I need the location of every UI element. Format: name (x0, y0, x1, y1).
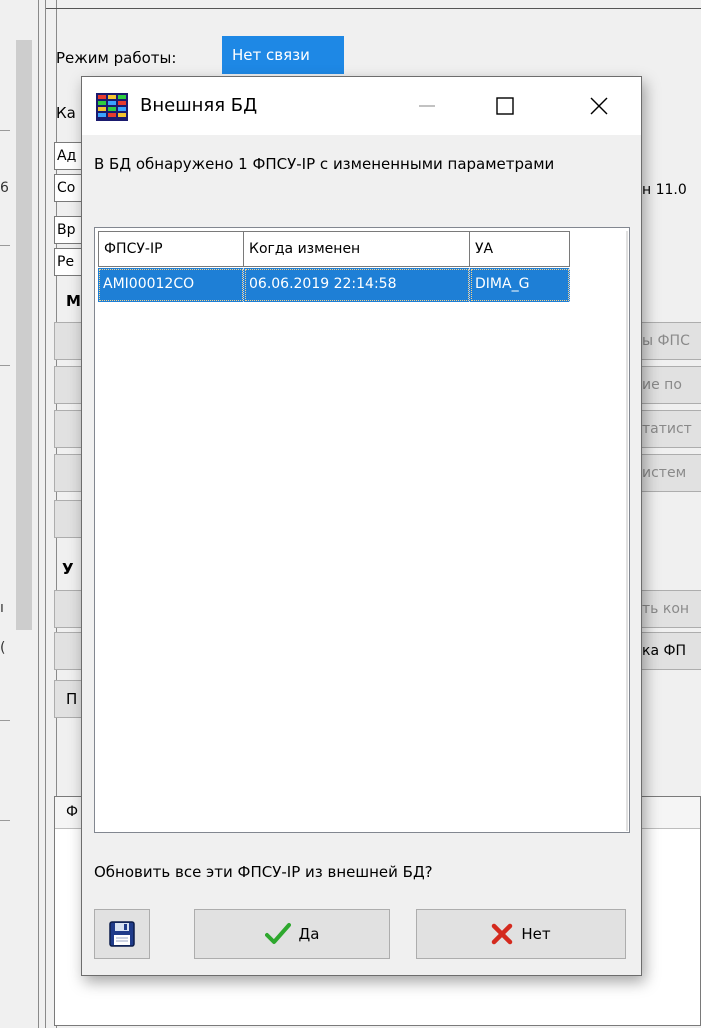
background-label: Ка (56, 104, 76, 122)
background-button-right[interactable]: ы ФПС (638, 322, 701, 360)
dialog-titlebar[interactable]: Внешняя БД (82, 77, 641, 135)
minimize-icon (419, 105, 435, 107)
left-fragment: ı (0, 600, 4, 616)
left-scrollbar[interactable] (16, 40, 32, 630)
column-header-device[interactable]: ФПСУ-IP (98, 231, 244, 267)
floppy-disk-icon (109, 921, 135, 947)
background-list-header-label: Ф (66, 804, 79, 820)
background-heading: М (66, 292, 81, 310)
left-divider (0, 820, 10, 821)
dialog-question: Обновить все эти ФПСУ-IP из внешней БД? (94, 863, 433, 881)
maximize-button[interactable] (474, 77, 536, 135)
background-button[interactable] (54, 454, 84, 492)
column-header-changed-at[interactable]: Когда изменен (244, 231, 470, 267)
list-header: ФПСУ-IP Когда изменен УА (98, 231, 570, 267)
mode-status-badge: Нет связи (222, 36, 344, 74)
left-divider (0, 130, 10, 131)
background-button[interactable] (54, 590, 84, 628)
left-fragment: ( (0, 640, 6, 656)
external-db-dialog: Внешняя БД В БД обнаружено 1 ФПСУ-IP с и… (81, 76, 642, 976)
database-grid-icon (96, 93, 128, 121)
no-button-label: Нет (521, 925, 551, 943)
cell-changed-at: 06.06.2019 22:14:58 (244, 268, 470, 302)
separator (38, 0, 39, 1028)
background-button-right[interactable]: ть кон (638, 590, 701, 628)
dialog-message: В БД обнаружено 1 ФПСУ-IP с измененными … (94, 155, 555, 173)
separator (45, 0, 46, 1028)
background-field: Со (54, 174, 82, 202)
no-button[interactable]: Нет (416, 909, 626, 959)
mode-label: Режим работы: (56, 49, 177, 67)
cell-device: AMI00012CO (98, 268, 244, 302)
close-icon (590, 97, 608, 115)
background-button-right[interactable]: истем (638, 454, 701, 492)
dialog-title: Внешняя БД (140, 95, 258, 116)
background-button-right[interactable]: ка ФП (638, 632, 701, 670)
separator (46, 8, 701, 9)
checkmark-icon (264, 923, 291, 944)
background-button-right[interactable]: татист (638, 410, 701, 448)
red-x-icon (492, 923, 513, 945)
yes-button-label: Да (298, 925, 320, 943)
changed-devices-list[interactable]: ФПСУ-IP Когда изменен УА AMI00012CO 06.0… (94, 227, 630, 833)
table-row[interactable]: AMI00012CO 06.06.2019 22:14:58 DIMA_G (98, 268, 570, 302)
background-button-right[interactable]: ие по (638, 366, 701, 404)
maximize-icon (496, 97, 514, 115)
background-button[interactable] (54, 500, 84, 538)
yes-button[interactable]: Да (194, 909, 390, 959)
left-divider (0, 365, 10, 366)
background-label: П (66, 690, 78, 708)
background-button[interactable] (54, 366, 84, 404)
background-button[interactable] (54, 632, 84, 670)
save-button[interactable] (94, 909, 150, 959)
background-field: Ре (54, 248, 82, 276)
background-field: Вр (54, 216, 82, 244)
left-divider (0, 245, 10, 246)
minimize-button[interactable] (396, 77, 458, 135)
left-divider (0, 720, 10, 721)
left-fragment: 6 (0, 180, 9, 196)
background-button[interactable] (54, 410, 84, 448)
close-button[interactable] (568, 77, 630, 135)
version-fragment: н 11.0 (642, 182, 687, 198)
cell-ua: DIMA_G (470, 268, 570, 302)
background-heading: У (62, 560, 74, 578)
list-body: ФПСУ-IP Когда изменен УА AMI00012CO 06.0… (98, 231, 628, 831)
column-header-ua[interactable]: УА (470, 231, 570, 267)
background-button[interactable] (54, 322, 84, 360)
background-field: Ад (54, 142, 82, 170)
